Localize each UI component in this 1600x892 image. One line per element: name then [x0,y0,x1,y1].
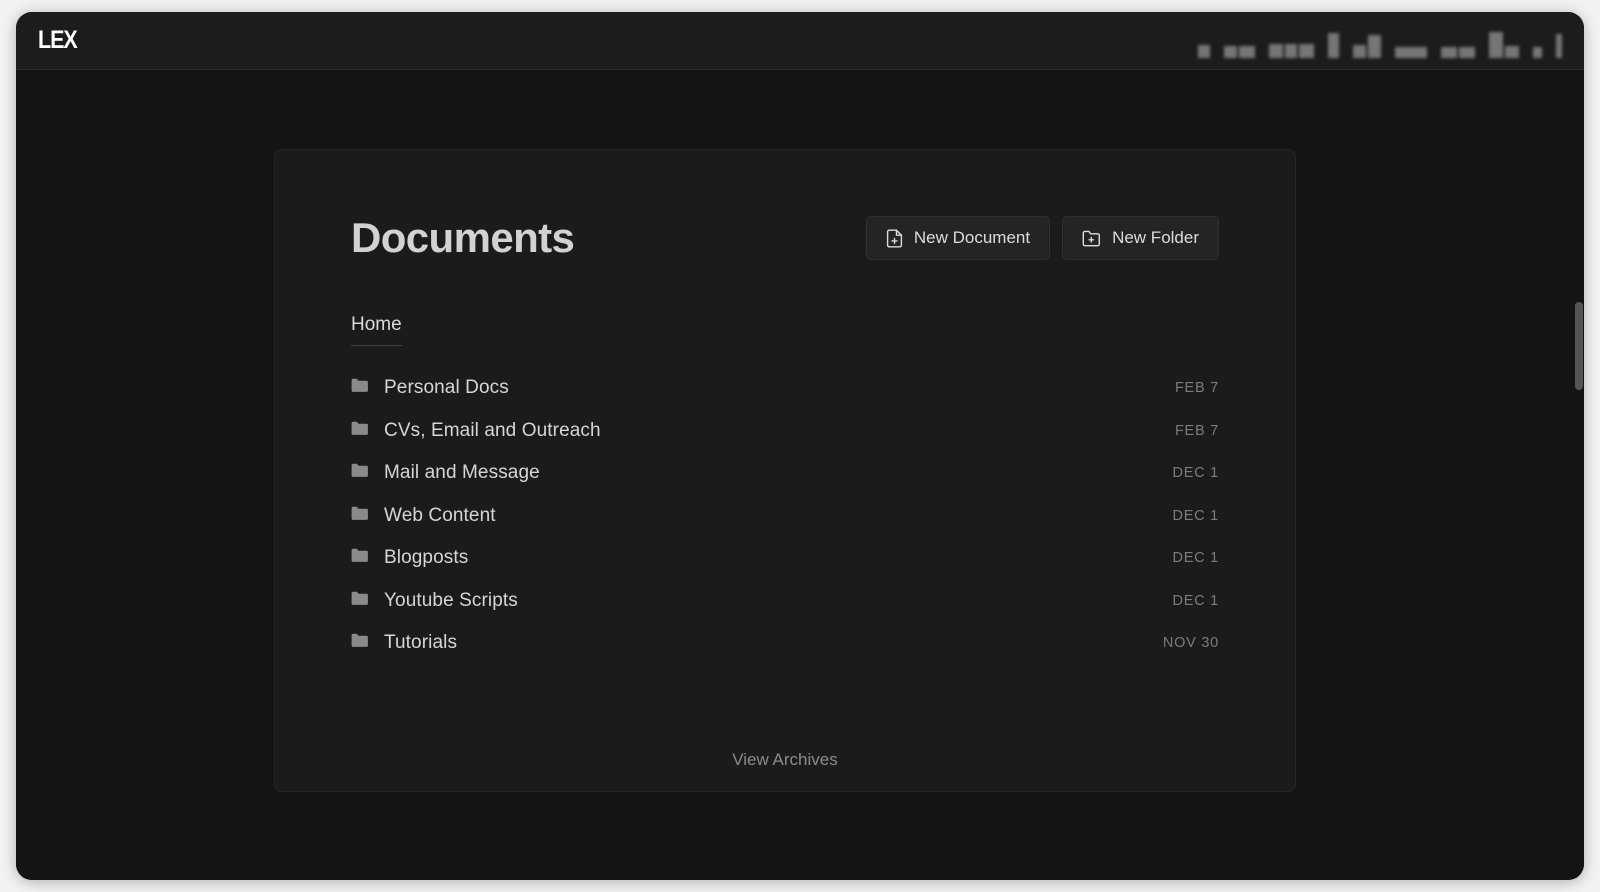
folder-date: FEB 7 [1174,422,1219,439]
redacted-widget-4[interactable] [1328,32,1339,58]
new-document-button[interactable]: New Document [865,216,1051,260]
breadcrumb: Home [351,314,1219,346]
folder-row-left: Blogposts [351,547,468,569]
redacted-widget-5[interactable] [1353,34,1381,58]
file-plus-icon [886,229,903,248]
redacted-block [1269,43,1283,58]
folder-plus-icon [1082,230,1101,247]
folder-name: Personal Docs [384,377,509,399]
top-bar: LEX [16,12,1584,70]
redacted-block [1285,43,1297,58]
folder-row-left: Mail and Message [351,462,540,484]
breadcrumb-item-home[interactable]: Home [351,314,402,346]
folder-list: Personal Docs FEB 7 CVs, Email and Outreac… [351,367,1219,665]
folder-row-left: Web Content [351,505,496,527]
folder-icon [351,506,369,526]
folder-name: Mail and Message [384,462,540,484]
redacted-block [1198,44,1210,58]
redacted-block [1353,44,1366,58]
folder-date: DEC 1 [1172,592,1219,609]
redacted-widget-9[interactable] [1533,46,1542,58]
folder-icon [351,633,369,653]
redacted-widget-2[interactable] [1224,45,1255,58]
redacted-toolbar [1198,24,1562,58]
folder-row-left: Personal Docs [351,377,509,399]
folder-icon [351,548,369,568]
folder-date: DEC 1 [1172,550,1219,567]
redacted-widget-10[interactable] [1556,33,1562,58]
redacted-block [1489,31,1503,58]
redacted-block [1441,46,1457,58]
folder-row-left: CVs, Email and Outreach [351,420,601,442]
folder-row-left: Youtube Scripts [351,590,518,612]
folder-name: Blogposts [384,547,469,569]
scrollbar-thumb[interactable] [1575,302,1583,390]
folder-row[interactable]: Youtube Scripts DEC 1 [351,580,1219,623]
redacted-widget-7[interactable] [1441,46,1475,58]
page-title: Documents [351,214,575,261]
folder-row[interactable]: Tutorials NOV 30 [351,622,1219,665]
redacted-block [1533,46,1542,58]
view-archives-link[interactable]: View Archives [732,750,838,770]
folder-icon [351,378,369,398]
folder-row[interactable]: Personal Docs FEB 7 [351,367,1219,410]
redacted-block [1239,45,1255,58]
app-window: LEX Documents New Document New Folder Ho… [16,12,1584,880]
folder-icon [351,421,369,441]
redacted-block [1224,45,1237,58]
new-folder-button[interactable]: New Folder [1062,216,1219,260]
card-footer: View Archives [275,750,1295,770]
new-document-label: New Document [913,228,1031,247]
folder-name: Youtube Scripts [384,589,518,611]
content-area: Documents New Document New Folder Home P… [16,70,1584,880]
folder-date: DEC 1 [1172,507,1219,524]
redacted-block [1368,34,1381,58]
card-header: Documents New Document New Folder [351,216,1219,260]
folder-row[interactable]: Mail and Message DEC 1 [351,452,1219,495]
folder-row[interactable]: Web Content DEC 1 [351,495,1219,538]
lex-logo[interactable]: LEX [38,28,78,53]
folder-date: FEB 7 [1174,380,1219,397]
redacted-block [1328,32,1339,58]
new-folder-label: New Folder [1112,228,1199,247]
redacted-widget-1[interactable] [1198,44,1210,58]
folder-date: DEC 1 [1172,465,1219,482]
documents-card: Documents New Document New Folder Home P… [274,149,1296,792]
folder-name: CVs, Email and Outreach [384,419,601,441]
redacted-block [1299,43,1314,58]
folder-name: Web Content [384,504,496,526]
folder-row[interactable]: Blogposts DEC 1 [351,537,1219,580]
folder-icon [351,463,369,483]
folder-icon [351,591,369,611]
redacted-block [1556,33,1562,58]
folder-row[interactable]: CVs, Email and Outreach FEB 7 [351,410,1219,453]
folder-date: NOV 30 [1162,635,1219,652]
redacted-widget-8[interactable] [1489,31,1519,58]
folder-row-left: Tutorials [351,632,457,654]
redacted-block [1459,46,1475,58]
scrollbar-track[interactable] [1575,70,1584,880]
redacted-widget-3[interactable] [1269,43,1314,58]
redacted-widget-6[interactable] [1395,46,1427,58]
folder-name: Tutorials [384,632,458,654]
redacted-block [1395,46,1427,58]
redacted-block [1505,45,1519,58]
header-actions: New Document New Folder [865,216,1219,260]
